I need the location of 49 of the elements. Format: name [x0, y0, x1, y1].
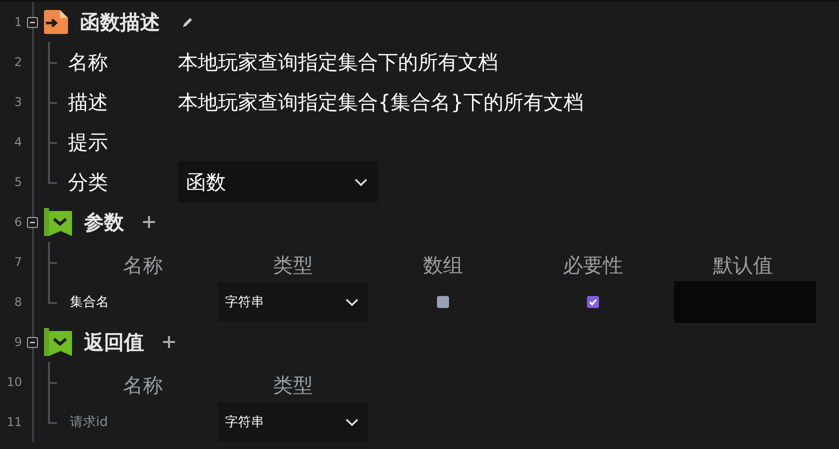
document-arrow-icon	[44, 10, 68, 34]
line-number: 6	[13, 214, 22, 231]
pencil-icon	[180, 16, 194, 28]
line-number: 10	[6, 374, 22, 391]
line-number: 8	[13, 294, 22, 311]
field-value: 本地玩家查询指定集合{集合名}下的所有文档	[178, 88, 584, 116]
plus-icon	[143, 216, 155, 228]
chevron-down-icon	[345, 418, 359, 426]
section-title: 函数描述	[80, 8, 160, 36]
add-button[interactable]	[160, 333, 178, 351]
dropdown[interactable]: 函数	[178, 161, 378, 203]
name-field[interactable]: 集合名	[68, 294, 212, 310]
column-header: 数组	[422, 252, 464, 278]
dropdown[interactable]: 字符串	[218, 282, 368, 322]
chevron-down-icon	[345, 298, 359, 306]
collapse-toggle[interactable]	[26, 16, 38, 28]
column-header: 必要性	[562, 252, 624, 278]
field-label: 名称	[68, 48, 109, 76]
line-number: 1	[13, 14, 22, 31]
line-number: 4	[13, 134, 22, 151]
chevron-down-icon	[354, 178, 368, 186]
flag-check-icon	[44, 208, 72, 236]
collapse-toggle[interactable]	[26, 336, 38, 348]
line-number: 11	[6, 414, 22, 431]
section-title: 参数	[84, 208, 124, 236]
add-button[interactable]	[140, 213, 158, 231]
checkbox[interactable]	[587, 296, 599, 308]
line-number: 3	[13, 94, 22, 111]
field-label: 描述	[68, 88, 109, 116]
field-label: 分类	[68, 168, 109, 196]
name-field[interactable]: 请求id	[68, 414, 212, 430]
column-header: 名称	[122, 372, 164, 398]
checkmark-icon	[588, 297, 598, 307]
collapse-toggle[interactable]	[26, 216, 38, 228]
column-header: 类型	[272, 372, 314, 398]
flag-check-icon	[44, 328, 72, 356]
column-header: 名称	[122, 252, 164, 278]
field-label: 提示	[68, 128, 109, 156]
column-header: 类型	[272, 252, 314, 278]
plus-icon	[163, 336, 175, 348]
line-number: 5	[13, 174, 22, 191]
column-header: 默认值	[712, 252, 774, 278]
section-title: 返回值	[84, 328, 144, 356]
dropdown[interactable]: 字符串	[218, 402, 368, 442]
checkbox[interactable]	[437, 296, 449, 308]
field-value: 本地玩家查询指定集合下的所有文档	[178, 48, 498, 76]
line-number: 2	[13, 54, 22, 71]
line-number: 7	[13, 254, 22, 271]
line-number: 9	[13, 334, 22, 351]
